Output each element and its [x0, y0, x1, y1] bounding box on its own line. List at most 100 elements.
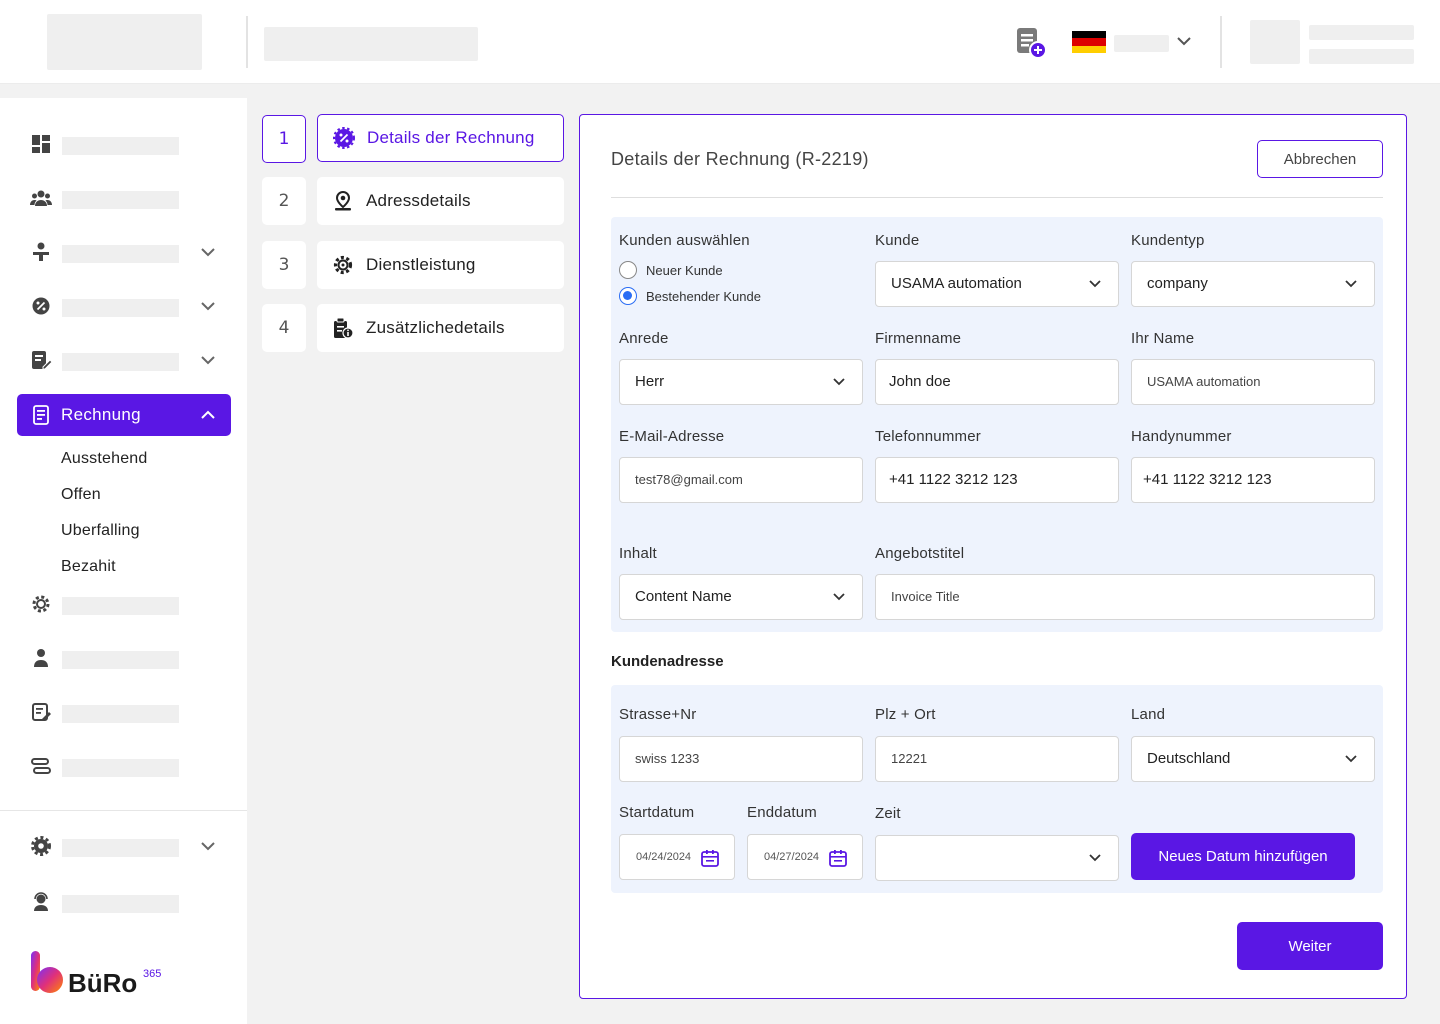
kundentyp-select[interactable]: company: [1131, 261, 1375, 307]
dashboard-icon: [32, 135, 50, 153]
firmenname-input[interactable]: John doe: [875, 359, 1119, 405]
invoice-details-card: Details der Rechnung (R-2219) Abbrechen …: [579, 114, 1407, 999]
angebot-input[interactable]: Invoice Title: [875, 574, 1375, 620]
user-name-placeholder: [1309, 25, 1414, 40]
plz-label: Plz + Ort: [875, 706, 936, 723]
anrede-select[interactable]: Herr: [619, 359, 863, 405]
language-label-placeholder[interactable]: [1114, 35, 1169, 52]
firmenname-value: John doe: [889, 373, 951, 390]
sidebar-label-placeholder: [62, 839, 179, 857]
sidebar-subitem-uberfalling[interactable]: Uberfalling: [61, 522, 140, 540]
start-date-input[interactable]: 04/24/2024: [619, 834, 735, 880]
buro365-logo: BüRo 365: [31, 951, 161, 998]
sidebar: Rechnung Ausstehend Offen Uberfalling Be…: [0, 98, 247, 1024]
sidebar-item-support[interactable]: [0, 880, 247, 924]
sidebar-item-group-3[interactable]: [0, 338, 247, 382]
sidebar-item-customers[interactable]: [0, 176, 247, 220]
sidebar-item-group-2[interactable]: [0, 284, 247, 328]
chevron-down-icon: [1089, 854, 1101, 862]
header-divider: [246, 16, 248, 68]
radio-label: Neuer Kunde: [646, 262, 723, 278]
step-2-number[interactable]: 2: [262, 177, 306, 225]
sidebar-item-settings[interactable]: [0, 824, 247, 868]
radio-new-customer[interactable]: Neuer Kunde: [619, 261, 723, 279]
badge-percent-icon: [32, 297, 50, 315]
sidebar-label-placeholder: [62, 245, 179, 263]
german-flag-icon[interactable]: [1072, 31, 1106, 53]
chevron-down-icon: [833, 378, 845, 386]
sidebar-item-user[interactable]: [0, 636, 247, 680]
step-3-number[interactable]: 3: [262, 241, 306, 289]
sidebar-item-routes[interactable]: [0, 744, 247, 788]
inhalt-select[interactable]: Content Name: [619, 574, 863, 620]
chevron-down-icon[interactable]: [198, 242, 218, 262]
zeit-select[interactable]: [875, 835, 1119, 881]
sidebar-subitem-ausstehend[interactable]: Ausstehend: [61, 450, 148, 468]
invoice-icon: [33, 405, 49, 425]
document-info-icon: [334, 317, 354, 339]
chevron-down-icon[interactable]: [198, 296, 218, 316]
add-invoice-icon[interactable]: [1014, 26, 1048, 60]
sidebar-label-placeholder: [62, 705, 179, 723]
chevron-up-icon[interactable]: [198, 405, 218, 425]
land-value: Deutschland: [1147, 750, 1231, 767]
strasse-value: swiss 1233: [635, 751, 700, 766]
gear-service-icon: [333, 255, 353, 275]
sidebar-item-rechnung[interactable]: Rechnung: [17, 394, 231, 436]
kunde-select[interactable]: USAMA automation: [875, 261, 1119, 307]
sidebar-subitem-offen[interactable]: Offen: [61, 486, 101, 504]
address-section-heading: Kundenadresse: [611, 653, 724, 670]
gear-service-icon: [32, 595, 50, 613]
next-button[interactable]: Weiter: [1237, 922, 1383, 970]
step-1-number[interactable]: 1: [262, 115, 306, 163]
add-date-button[interactable]: Neues Datum hinzufügen: [1131, 833, 1355, 880]
avatar[interactable]: [1250, 20, 1300, 64]
step-3-service[interactable]: Dienstleistung: [317, 241, 564, 289]
logo-superscript: 365: [143, 968, 161, 980]
chevron-down-icon: [833, 593, 845, 601]
land-select[interactable]: Deutschland: [1131, 736, 1375, 782]
sidebar-item-label: Rechnung: [61, 405, 141, 424]
step-4-number[interactable]: 4: [262, 304, 306, 352]
email-label: E-Mail-Adresse: [619, 428, 725, 445]
sidebar-item-services[interactable]: [0, 582, 247, 626]
header-search-placeholder[interactable]: [264, 27, 478, 61]
anrede-value: Herr: [635, 373, 665, 390]
strasse-input[interactable]: swiss 1233: [619, 736, 863, 782]
step-4-additional[interactable]: Zusätzlichedetails: [317, 304, 564, 352]
handy-input[interactable]: +41 1122 3212 123: [1131, 457, 1375, 503]
chevron-down-icon[interactable]: [1174, 31, 1194, 51]
strasse-label: Strasse+Nr: [619, 706, 697, 723]
badge-percent-icon: [333, 127, 355, 149]
end-date-value: 04/27/2024: [764, 851, 820, 863]
sidebar-subitem-bezahit[interactable]: Bezahit: [61, 558, 116, 576]
telefon-input[interactable]: +41 1122 3212 123: [875, 457, 1119, 503]
sidebar-label-placeholder: [62, 299, 179, 317]
radio-button[interactable]: [619, 261, 637, 279]
sidebar-item-group-1[interactable]: [0, 230, 247, 274]
sidebar-label-placeholder: [62, 895, 179, 913]
ihr-name-input[interactable]: USAMA automation: [1131, 359, 1375, 405]
chevron-down-icon[interactable]: [198, 350, 218, 370]
sidebar-item-dashboard[interactable]: [0, 122, 247, 166]
sidebar-label-placeholder: [62, 597, 179, 615]
calendar-icon[interactable]: [828, 848, 848, 868]
land-label: Land: [1131, 706, 1166, 723]
cancel-button[interactable]: Abbrechen: [1257, 140, 1383, 178]
sidebar-item-notes[interactable]: [0, 690, 247, 734]
end-date-input[interactable]: 04/27/2024: [747, 834, 863, 880]
inhalt-value: Content Name: [635, 588, 732, 605]
route-icon: [31, 758, 51, 774]
location-person-icon: [335, 190, 351, 211]
step-2-address[interactable]: Adressdetails: [317, 177, 564, 225]
radio-button[interactable]: [619, 287, 637, 305]
plz-input[interactable]: 12221: [875, 736, 1119, 782]
chevron-down-icon: [1345, 755, 1357, 763]
step-label: Zusätzlichedetails: [366, 318, 505, 337]
calendar-icon[interactable]: [700, 848, 720, 868]
radio-existing-customer[interactable]: Bestehender Kunde: [619, 287, 761, 305]
chevron-down-icon[interactable]: [198, 836, 218, 856]
step-1-details[interactable]: Details der Rechnung: [317, 114, 564, 162]
top-header: [0, 0, 1440, 84]
email-field[interactable]: test78@gmail.com: [619, 457, 863, 503]
